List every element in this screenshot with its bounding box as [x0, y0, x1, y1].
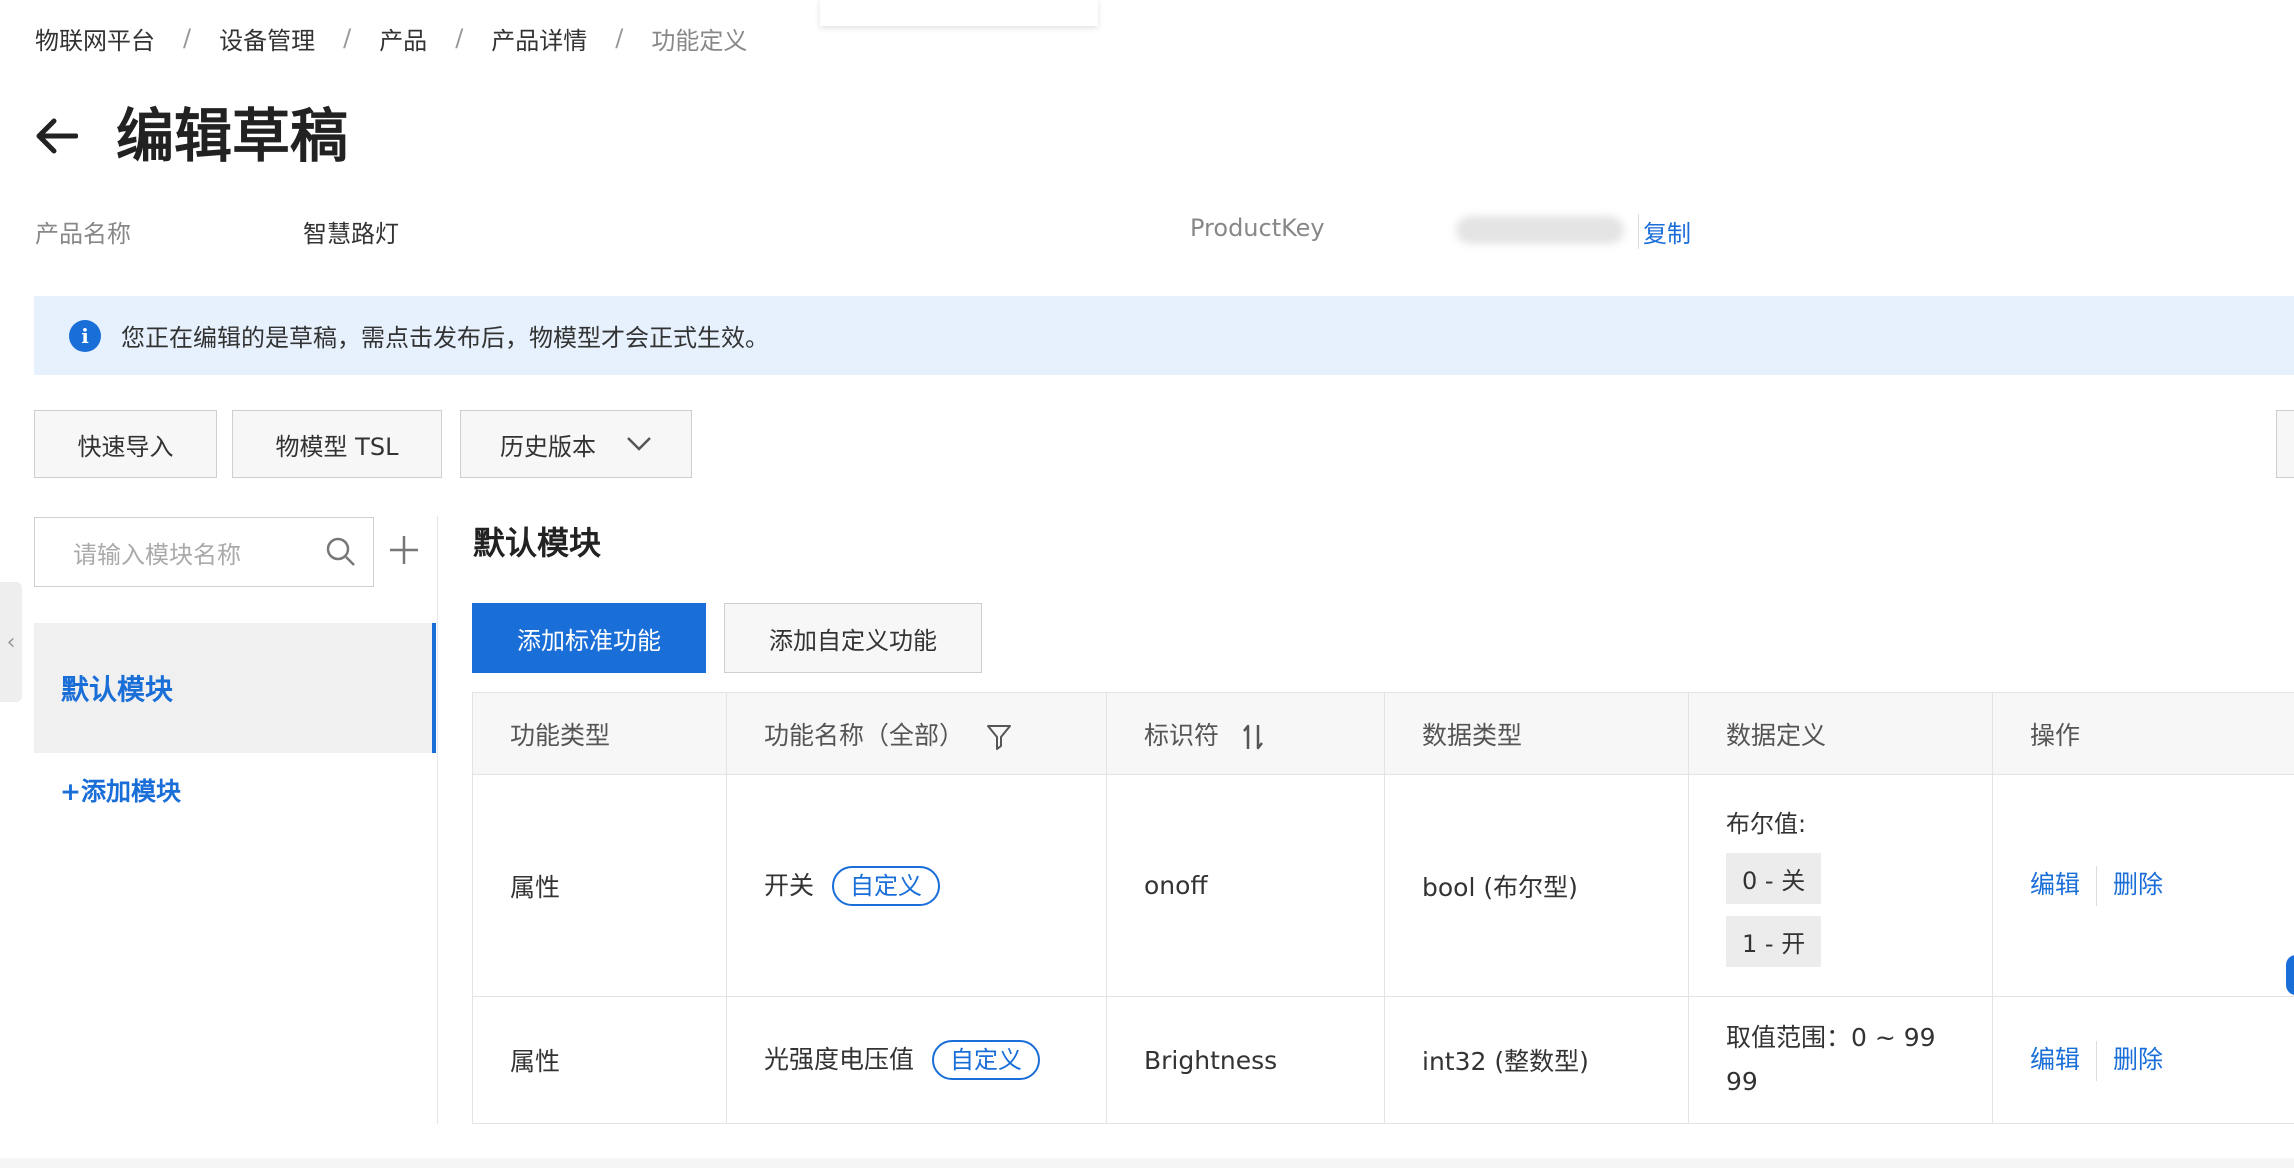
quick-import-button[interactable]: 快速导入 [34, 410, 217, 478]
cell-operations: 编辑 删除 [1992, 996, 2294, 1124]
breadcrumb-separator: / [343, 24, 352, 52]
identifier-header-label: 标识符 [1144, 720, 1220, 750]
function-name-header-label: 功能名称（全部） [764, 720, 965, 750]
function-table: 功能类型 功能名称（全部） 标识符 数据类型 数据定义 操作 属性 开关 自定义 … [472, 692, 2294, 1124]
table-header-row: 功能类型 功能名称（全部） 标识符 数据类型 数据定义 操作 [472, 692, 2294, 775]
search-icon[interactable] [325, 536, 357, 568]
collapse-sidebar-icon[interactable]: ‹ [0, 582, 22, 702]
edit-link[interactable]: 编辑 [2030, 870, 2080, 899]
cell-identifier: onoff [1106, 774, 1385, 997]
table-row: 属性 开关 自定义 onoff bool (布尔型) 布尔值: 0 - 关 1 -… [472, 774, 2294, 997]
chevron-down-icon [627, 437, 651, 451]
add-standard-function-button[interactable]: 添加标准功能 [472, 603, 706, 673]
product-key-value-redacted [1456, 216, 1624, 244]
function-name-text: 光强度电压值 [764, 1045, 915, 1074]
sidebar-item-default-module[interactable]: 默认模块 [34, 623, 436, 753]
column-header-function-name[interactable]: 功能名称（全部） [726, 692, 1107, 775]
cell-function-type: 属性 [472, 996, 727, 1124]
copy-product-key-link[interactable]: 复制 [1638, 214, 1691, 249]
sort-icon[interactable] [1241, 723, 1265, 751]
cell-identifier: Brightness [1106, 996, 1385, 1124]
enum-value-item: 1 - 开 [1726, 916, 1822, 967]
edit-link[interactable]: 编辑 [2030, 1045, 2080, 1074]
breadcrumb-item-iot-platform[interactable]: 物联网平台 [35, 21, 155, 56]
back-arrow-icon[interactable] [32, 112, 80, 160]
enum-value-item: 0 - 关 [1726, 853, 1822, 904]
breadcrumb-separator: / [183, 24, 192, 52]
add-module-link[interactable]: +添加模块 [60, 772, 181, 808]
column-header-identifier[interactable]: 标识符 [1106, 692, 1385, 775]
table-row: 属性 光强度电压值 自定义 Brightness int32 (整数型) 取值范围… [472, 996, 2294, 1124]
alert-text: 您正在编辑的是草稿，需点击发布后，物模型才会正式生效。 [121, 324, 769, 352]
cell-function-type: 属性 [472, 774, 727, 997]
module-search-input[interactable]: 请输入模块名称 [34, 517, 374, 587]
breadcrumb-separator: / [455, 24, 464, 52]
bottom-strip [0, 1158, 2294, 1168]
add-module-plus-icon[interactable] [386, 532, 422, 568]
breadcrumb-item-device-management[interactable]: 设备管理 [219, 21, 315, 56]
cell-function-name: 光强度电压值 自定义 [726, 996, 1107, 1124]
value-range-line-2: 99 [1726, 1067, 1758, 1096]
history-version-label: 历史版本 [500, 432, 596, 461]
sidebar-divider [437, 516, 438, 1124]
add-custom-function-button[interactable]: 添加自定义功能 [724, 603, 982, 673]
breadcrumb-separator: / [615, 24, 624, 52]
info-icon: i [69, 319, 101, 352]
floating-help-button[interactable] [2286, 955, 2294, 995]
column-header-data-type: 数据类型 [1384, 692, 1689, 775]
filter-icon[interactable] [986, 723, 1012, 751]
top-popover [820, 0, 1098, 26]
history-version-dropdown[interactable]: 历史版本 [460, 410, 692, 478]
page-title: 编辑草稿 [116, 102, 349, 170]
module-title: 默认模块 [473, 524, 602, 562]
cell-operations: 编辑 删除 [1992, 774, 2294, 997]
tsl-button[interactable]: 物模型 TSL [232, 410, 442, 478]
search-placeholder: 请输入模块名称 [73, 540, 241, 569]
product-name-value: 智慧路灯 [303, 220, 399, 248]
product-name-label: 产品名称 [35, 220, 131, 248]
column-header-function-type: 功能类型 [472, 692, 727, 775]
product-key-label: ProductKey [1190, 214, 1325, 242]
column-header-data-definition: 数据定义 [1688, 692, 1993, 775]
delete-link[interactable]: 删除 [2113, 1045, 2163, 1074]
breadcrumb: 物联网平台 / 设备管理 / 产品 / 产品详情 / 功能定义 [35, 18, 747, 58]
toolbar-right-button[interactable] [2276, 410, 2294, 478]
breadcrumb-item-product[interactable]: 产品 [379, 21, 427, 56]
cell-data-definition: 取值范围：0 ~ 99 99 [1688, 996, 1993, 1124]
delete-link[interactable]: 删除 [2113, 870, 2163, 899]
custom-tag-badge: 自定义 [932, 1040, 1041, 1080]
custom-tag-badge: 自定义 [832, 865, 941, 906]
cell-function-name: 开关 自定义 [726, 774, 1107, 997]
operation-divider [2096, 866, 2098, 906]
cell-data-type: int32 (整数型) [1384, 996, 1689, 1124]
cell-data-type: bool (布尔型) [1384, 774, 1689, 997]
function-name-text: 开关 [764, 870, 815, 900]
breadcrumb-item-product-detail[interactable]: 产品详情 [491, 21, 587, 56]
draft-alert-banner: i 您正在编辑的是草稿，需点击发布后，物模型才会正式生效。 [34, 296, 2294, 375]
enum-label: 布尔值: [1726, 810, 1807, 838]
operation-divider [2096, 1040, 2098, 1081]
cell-data-definition: 布尔值: 0 - 关 1 - 开 [1688, 774, 1993, 997]
breadcrumb-item-function-definition: 功能定义 [651, 26, 748, 55]
value-range-line-1: 取值范围：0 ~ 99 [1726, 1023, 1936, 1052]
column-header-operations: 操作 [1992, 692, 2294, 775]
